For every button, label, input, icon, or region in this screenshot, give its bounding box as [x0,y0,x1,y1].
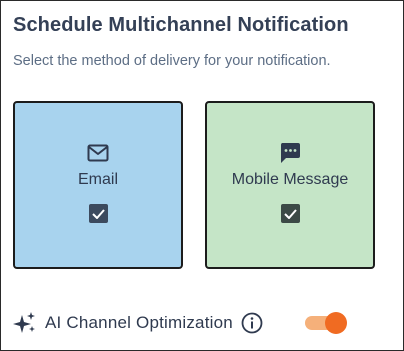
toggle-thumb [325,312,347,334]
info-icon[interactable] [241,312,263,334]
channel-label-mobile-message: Mobile Message [231,171,349,188]
chat-bubble-icon [207,140,373,166]
ai-optimization-toggle[interactable] [303,312,349,334]
notification-panel: Schedule Multichannel Notification Selec… [0,0,404,351]
channel-card-mobile-message[interactable]: Mobile Message [205,101,375,269]
channel-label-email: Email [77,171,118,188]
email-checkbox[interactable] [88,204,108,223]
sparkle-icon [13,311,37,335]
checkmark-icon [91,208,105,219]
panel-title: Schedule Multichannel Notification [13,14,349,36]
envelope-icon [15,140,181,166]
mobile-message-checkbox[interactable] [280,204,300,223]
ai-optimization-label: AI Channel Optimization [45,313,233,332]
panel-subtitle: Select the method of delivery for your n… [13,53,331,69]
channel-card-email[interactable]: Email [13,101,183,269]
checkmark-icon [283,208,297,219]
ai-optimization-row: AI Channel Optimization [13,310,263,336]
